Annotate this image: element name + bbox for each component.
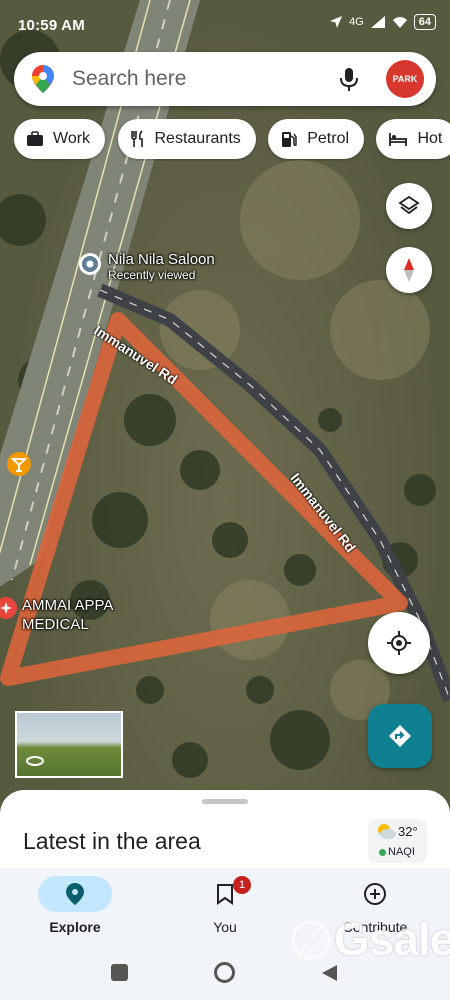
status-icons: 4G 64 <box>329 14 436 30</box>
status-time: 10:59 AM <box>18 17 85 34</box>
compass-button[interactable] <box>386 247 432 293</box>
nav-explore[interactable]: Explore <box>15 876 135 935</box>
hotel-icon <box>389 133 408 146</box>
maps-pin-icon <box>32 65 54 93</box>
weather-temp: 32° <box>398 824 418 839</box>
restaurant-icon <box>130 130 143 147</box>
aqi-label: NAQI <box>388 846 415 858</box>
bottom-sheet[interactable]: Latest in the area 32° NAQI <box>0 790 450 880</box>
directions-button[interactable] <box>368 704 432 768</box>
battery-indicator: 64 <box>413 14 436 30</box>
status-bar: 10:59 AM 4G 64 <box>0 0 450 48</box>
chip-work[interactable]: Work <box>14 119 106 159</box>
home-button[interactable] <box>214 962 235 983</box>
chip-label: Restaurants <box>154 130 241 147</box>
chip-petrol[interactable]: Petrol <box>268 119 365 159</box>
avatar-text: PARK <box>392 74 418 84</box>
explore-pin-icon <box>66 883 84 905</box>
back-icon[interactable] <box>320 964 338 982</box>
directions-icon <box>389 725 411 747</box>
category-chips: Work Restaurants Petrol Hot <box>14 119 450 161</box>
nav-label: Explore <box>49 919 101 935</box>
place-pin-icon[interactable] <box>78 252 102 280</box>
mic-icon[interactable] <box>338 67 360 93</box>
weather-chip[interactable]: 32° NAQI <box>368 819 427 863</box>
search-input[interactable]: Search here <box>72 67 186 91</box>
briefcase-icon <box>27 131 43 146</box>
bookmark-icon <box>217 884 233 905</box>
crosshair-icon <box>387 631 411 655</box>
chip-label: Hot <box>417 130 443 147</box>
partly-cloudy-icon <box>378 824 396 839</box>
medical-poi-icon[interactable] <box>0 596 18 622</box>
chip-hotels[interactable]: Hot <box>376 119 450 159</box>
chip-label: Petrol <box>307 130 350 147</box>
street-view-thumbnail[interactable] <box>15 711 123 778</box>
contribute-icon-wrap <box>338 876 412 912</box>
avatar[interactable]: PARK <box>386 60 424 98</box>
you-icon-wrap: 1 <box>188 876 262 912</box>
compass-icon <box>404 258 414 282</box>
explore-pill <box>38 876 112 912</box>
layers-button[interactable] <box>386 183 432 229</box>
my-location-button[interactable] <box>368 612 430 674</box>
nav-label: You <box>213 919 237 935</box>
aqi-dot <box>379 849 386 856</box>
bar-poi-icon[interactable] <box>6 451 32 477</box>
sheet-title: Latest in the area <box>23 828 201 854</box>
notification-badge: 1 <box>233 876 251 894</box>
place-label[interactable]: Nila Nila Saloon Recently viewed <box>108 251 215 282</box>
chip-label: Work <box>53 130 91 147</box>
street-view-icon <box>26 756 44 766</box>
place-name: Nila Nila Saloon <box>108 251 215 268</box>
drag-handle[interactable] <box>202 799 248 804</box>
fuel-icon <box>282 132 297 147</box>
system-navigation-bar <box>0 952 450 996</box>
wifi-icon <box>392 17 407 28</box>
layers-icon <box>398 195 420 215</box>
nav-you[interactable]: 1 You <box>165 876 285 935</box>
location-arrow-icon <box>330 16 343 28</box>
signal-icon <box>370 16 385 28</box>
chip-restaurants[interactable]: Restaurants <box>117 119 256 159</box>
search-bar[interactable]: Search here PARK <box>14 52 436 106</box>
network-label: 4G <box>349 16 364 28</box>
recents-button[interactable] <box>111 964 128 981</box>
add-circle-icon <box>364 883 386 905</box>
medical-label[interactable]: AMMAI APPA MEDICAL <box>22 596 113 634</box>
place-subtitle: Recently viewed <box>108 268 196 282</box>
